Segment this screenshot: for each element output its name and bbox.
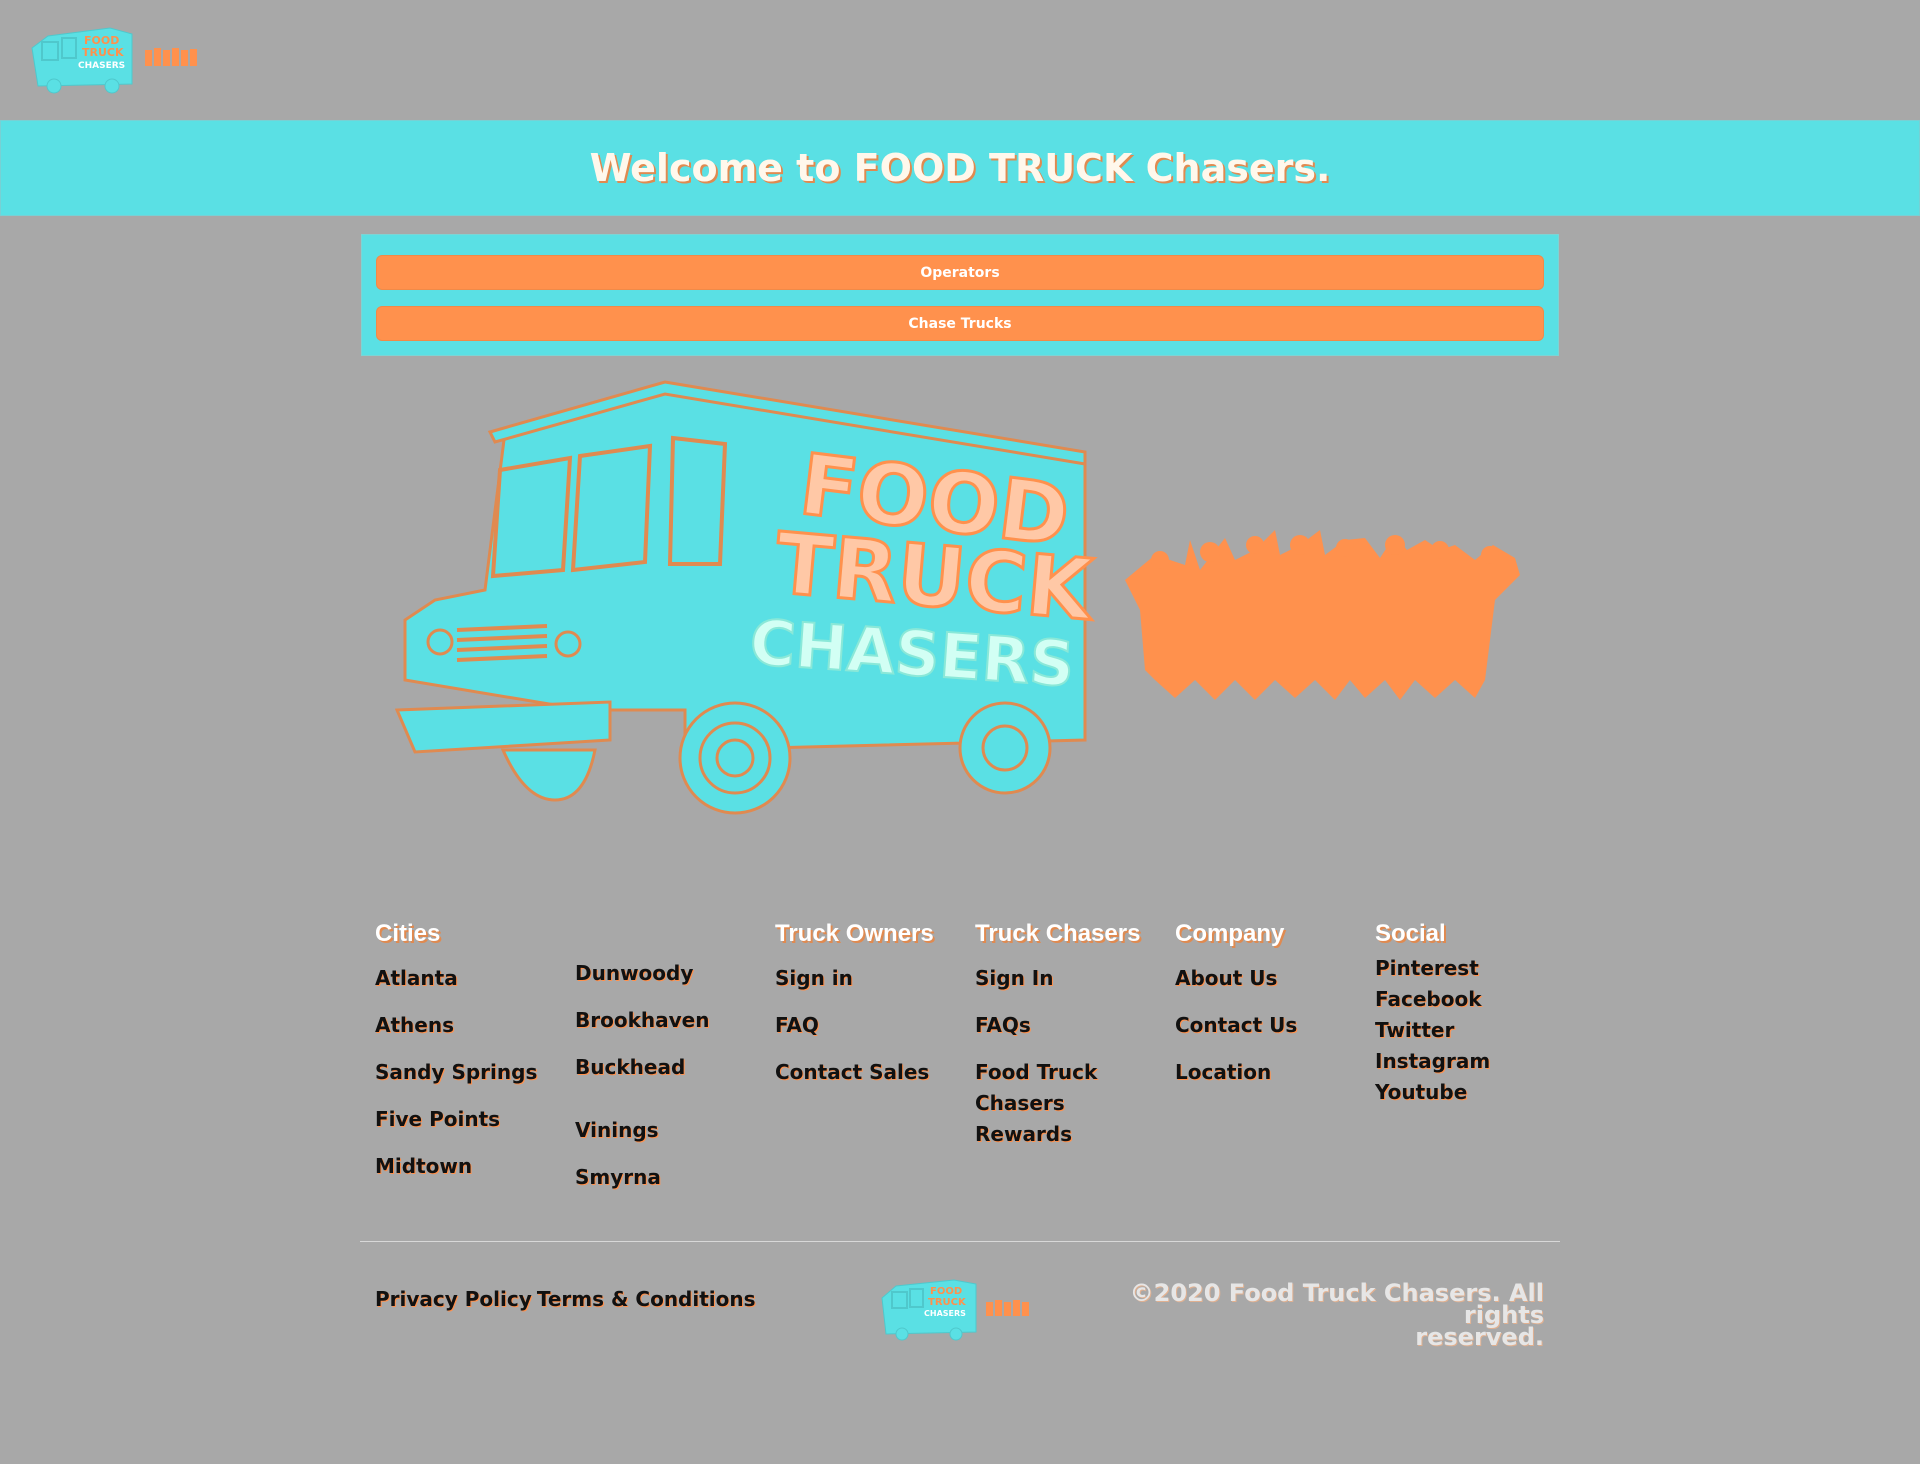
- cities-column: Cities Atlanta Athens Sandy Springs Five…: [375, 920, 537, 1201]
- truck-chasers-heading: Truck Chasers: [975, 920, 1141, 947]
- city-link-midtown[interactable]: Midtown: [375, 1154, 537, 1201]
- legal-links: Privacy Policy Terms & Conditions: [375, 1287, 756, 1311]
- truck-owners-heading: Truck Owners: [775, 920, 934, 947]
- operators-button[interactable]: Operators: [376, 255, 1544, 290]
- crowd-silhouette-icon: [1125, 530, 1520, 700]
- footer-logo-icon[interactable]: FOOD TRUCK CHASERS: [878, 1274, 1040, 1342]
- city-link-five-points[interactable]: Five Points: [375, 1107, 537, 1154]
- city-link-sandy-springs[interactable]: Sandy Springs: [375, 1060, 537, 1107]
- copyright-text: ©2020 Food Truck Chasers. All rights res…: [1074, 1279, 1544, 1351]
- pinterest-link[interactable]: Pinterest: [1375, 956, 1490, 987]
- city-link-buckhead[interactable]: Buckhead: [575, 1055, 709, 1118]
- action-panel: Operators Chase Trucks: [361, 234, 1559, 356]
- copyright-line-2: reserved.: [1415, 1323, 1544, 1351]
- social-column: Social Pinterest Facebook Twitter Instag…: [1375, 920, 1490, 1111]
- rewards-link-line3[interactable]: Rewards: [975, 1122, 1140, 1153]
- svg-text:TRUCK: TRUCK: [928, 1297, 967, 1308]
- contact-us-link[interactable]: Contact Us: [1175, 1013, 1297, 1060]
- logo-icon[interactable]: FOOD TRUCK CHASERS: [28, 22, 203, 94]
- owners-faq-link[interactable]: FAQ: [775, 1013, 934, 1060]
- about-us-link[interactable]: About Us: [1175, 966, 1297, 1013]
- cities-heading: Cities: [375, 920, 441, 947]
- twitter-link[interactable]: Twitter: [1375, 1018, 1490, 1049]
- svg-text:TRUCK: TRUCK: [82, 46, 124, 59]
- copyright-line-1: ©2020 Food Truck Chasers. All rights: [1129, 1279, 1544, 1329]
- company-column: Company About Us Contact Us Location: [1175, 920, 1297, 1107]
- svg-text:CHASERS: CHASERS: [924, 1309, 966, 1318]
- svg-text:CHASERS: CHASERS: [78, 61, 125, 71]
- cities-column-2: Dunwoody Brookhaven Buckhead Vinings Smy…: [575, 961, 709, 1212]
- truck-chasers-column: Truck Chasers Sign In FAQs Food Truck Ch…: [975, 920, 1140, 1153]
- contact-sales-link[interactable]: Contact Sales: [775, 1060, 934, 1107]
- youtube-link[interactable]: Youtube: [1375, 1080, 1490, 1111]
- instagram-link[interactable]: Instagram: [1375, 1049, 1490, 1080]
- city-link-athens[interactable]: Athens: [375, 1013, 537, 1060]
- city-link-vinings[interactable]: Vinings: [575, 1118, 709, 1165]
- chasers-faqs-link[interactable]: FAQs: [975, 1013, 1140, 1060]
- owners-sign-in-link[interactable]: Sign in: [775, 966, 934, 1013]
- city-link-atlanta[interactable]: Atlanta: [375, 966, 537, 1013]
- food-truck-illustration: FOOD TRUCK CHASERS: [395, 380, 1100, 815]
- truck-owners-column: Truck Owners Sign in FAQ Contact Sales: [775, 920, 934, 1107]
- terms-conditions-link[interactable]: Terms & Conditions: [537, 1287, 756, 1311]
- social-heading: Social: [1375, 920, 1446, 947]
- privacy-policy-link[interactable]: Privacy Policy: [375, 1287, 532, 1311]
- chasers-sign-in-link[interactable]: Sign In: [975, 966, 1140, 1013]
- company-heading: Company: [1175, 920, 1285, 947]
- welcome-title: Welcome to FOOD TRUCK Chasers.: [589, 146, 1331, 190]
- location-link[interactable]: Location: [1175, 1060, 1297, 1107]
- city-link-dunwoody[interactable]: Dunwoody: [575, 961, 709, 1008]
- svg-text:FOOD: FOOD: [930, 1286, 962, 1297]
- city-link-brookhaven[interactable]: Brookhaven: [575, 1008, 709, 1055]
- facebook-link[interactable]: Facebook: [1375, 987, 1490, 1018]
- chase-trucks-button[interactable]: Chase Trucks: [376, 306, 1544, 341]
- city-link-smyrna[interactable]: Smyrna: [575, 1165, 709, 1212]
- rewards-link-line1[interactable]: Food Truck: [975, 1060, 1140, 1091]
- rewards-link-line2[interactable]: Chasers: [975, 1091, 1140, 1122]
- footer-divider: [360, 1241, 1560, 1242]
- hero-illustration: FOOD TRUCK CHASERS: [395, 380, 1520, 815]
- welcome-banner: Welcome to FOOD TRUCK Chasers.: [0, 120, 1920, 216]
